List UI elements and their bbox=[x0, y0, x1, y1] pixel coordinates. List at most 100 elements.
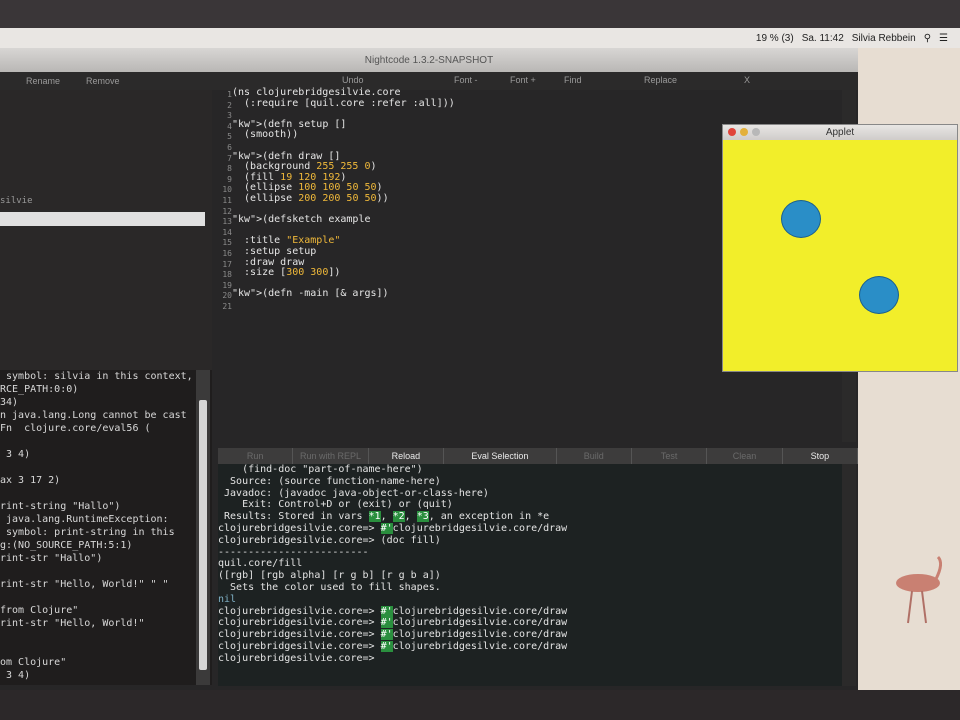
sketch-canvas[interactable] bbox=[723, 140, 957, 371]
repl-line: nil bbox=[218, 593, 237, 605]
test-button[interactable]: Test bbox=[632, 448, 708, 464]
font-increase-button[interactable]: Font + bbox=[510, 75, 536, 85]
line-number: 5 bbox=[227, 132, 232, 142]
left-repl-line bbox=[0, 435, 212, 448]
mac-menubar: 19 % (3) Sa. 11:42 Silvia Rebbein ⚲ ☰ bbox=[0, 28, 960, 48]
repl-line: quil.core/fill bbox=[218, 558, 303, 570]
left-repl-line bbox=[0, 591, 212, 604]
project-tree: silvie bbox=[0, 90, 212, 410]
code-line[interactable]: (:require [quil.core :refer :all])) bbox=[232, 98, 832, 110]
repl-line: ------------------------- bbox=[218, 546, 369, 558]
left-repl-output[interactable]: symbol: silvia in this context, RCE_PATH:… bbox=[0, 370, 212, 685]
reload-button[interactable]: Reload bbox=[369, 448, 445, 464]
left-repl-line: rint-str "Hello, World!" bbox=[0, 618, 145, 629]
menubar-user[interactable]: Silvia Rebbein bbox=[852, 33, 916, 44]
remove-button[interactable]: Remove bbox=[86, 76, 120, 86]
repl-line: clojurebridgesilvie.core=> #'clojurebrid… bbox=[218, 629, 568, 641]
line-number: 13 bbox=[222, 217, 232, 227]
left-repl-line: java.lang.RuntimeException: bbox=[0, 514, 169, 525]
left-repl-line: rint-str "Hallo") bbox=[0, 553, 103, 564]
left-repl-line: symbol: silvia in this context, bbox=[0, 371, 193, 382]
repl-line: clojurebridgesilvie.core=> #'clojurebrid… bbox=[218, 617, 568, 629]
left-repl-line bbox=[0, 461, 212, 474]
left-repl-line: ax 3 17 2) bbox=[0, 475, 61, 486]
line-number: 10 bbox=[222, 185, 232, 195]
repl-line: (find-doc "part-of-name-here") bbox=[218, 464, 423, 475]
search-icon[interactable]: ⚲ bbox=[924, 33, 931, 44]
build-button[interactable]: Build bbox=[557, 448, 632, 464]
zoom-icon[interactable] bbox=[752, 128, 760, 136]
run-button[interactable]: Run bbox=[218, 448, 294, 464]
repl-line: Sets the color used to fill shapes. bbox=[218, 581, 441, 593]
menubar-clock[interactable]: Sa. 11:42 bbox=[802, 33, 844, 44]
repl-line: Results: Stored in vars *1, *2, *3, an e… bbox=[218, 511, 550, 523]
eval-selection-button[interactable]: Eval Selection bbox=[444, 448, 557, 464]
scrollbar-thumb[interactable] bbox=[199, 400, 207, 670]
repl-line: ([rgb] [rgb alpha] [r g b] [r g b a]) bbox=[218, 570, 441, 582]
clean-button[interactable]: Clean bbox=[707, 448, 783, 464]
left-repl-line: g:(NO_SOURCE_PATH:5:1) bbox=[0, 540, 133, 551]
line-number: 16 bbox=[222, 248, 232, 258]
code-line[interactable]: (ns clojurebridgesilvie.core bbox=[232, 87, 832, 99]
flamingo-figurine bbox=[896, 555, 943, 624]
project-button-bar: Run Run with REPL Reload Eval Selection … bbox=[218, 448, 859, 464]
repl-line: Source: (source function-name-here) bbox=[218, 475, 441, 487]
left-repl-line: rint-str "Hello, World!" " " bbox=[0, 579, 169, 590]
left-repl-line: from Clojure" bbox=[0, 605, 79, 616]
left-repl-line: RCE_PATH:0:0) bbox=[0, 384, 79, 395]
window-titlebar[interactable]: Nightcode 1.3.2-SNAPSHOT bbox=[0, 48, 858, 72]
close-icon[interactable] bbox=[728, 128, 736, 136]
line-number: 2 bbox=[227, 100, 232, 110]
applet-titlebar[interactable]: Applet bbox=[723, 125, 957, 140]
repl-line: Javadoc: (javadoc java-object-or-class-h… bbox=[218, 487, 489, 499]
line-number: 3 bbox=[227, 111, 232, 121]
line-number: 20 bbox=[222, 291, 232, 301]
left-repl-line: 3 4) bbox=[0, 670, 31, 681]
tree-selected-item[interactable] bbox=[0, 212, 205, 226]
replace-button[interactable]: Replace bbox=[644, 75, 677, 85]
font-decrease-button[interactable]: Font - bbox=[454, 75, 478, 85]
repl-console[interactable]: (find-doc "part-of-name-here") Source: (… bbox=[218, 464, 842, 686]
left-repl-scrollbar[interactable] bbox=[196, 370, 210, 685]
line-number: 1 bbox=[227, 90, 232, 99]
repl-line: clojurebridgesilvie.core=> #'clojurebrid… bbox=[218, 605, 568, 617]
line-number: 6 bbox=[227, 142, 232, 152]
left-repl-line bbox=[0, 565, 212, 578]
undo-button[interactable]: Undo bbox=[342, 75, 364, 85]
rename-button[interactable]: Rename bbox=[26, 76, 60, 86]
repl-line: clojurebridgesilvie.core=> #'clojurebrid… bbox=[218, 522, 568, 534]
left-repl-line bbox=[0, 643, 212, 656]
line-number: 12 bbox=[222, 206, 232, 216]
line-number: 14 bbox=[222, 227, 232, 237]
line-number: 7 bbox=[227, 153, 232, 163]
left-repl-line: n java.lang.Long cannot be cast bbox=[0, 410, 187, 421]
applet-window[interactable]: Applet bbox=[722, 124, 958, 372]
left-repl-line bbox=[0, 630, 212, 643]
window-title: Nightcode 1.3.2-SNAPSHOT bbox=[364, 54, 494, 66]
ellipse-bottom-right bbox=[859, 276, 899, 314]
repl-line: clojurebridgesilvie.core=> #'clojurebrid… bbox=[218, 640, 568, 652]
list-icon[interactable]: ☰ bbox=[939, 33, 948, 44]
repl-line: clojurebridgesilvie.core=> bbox=[218, 652, 375, 664]
battery-status[interactable]: 19 % (3) bbox=[756, 33, 794, 44]
repl-line: Exit: Control+D or (exit) or (quit) bbox=[218, 499, 453, 511]
line-number: 11 bbox=[222, 195, 232, 205]
left-repl-line: om Clojure" bbox=[0, 657, 67, 668]
line-number: 15 bbox=[222, 238, 232, 248]
file-toolbar: Rename Remove bbox=[0, 72, 218, 90]
left-repl-line: symbol: print-string in this bbox=[0, 527, 175, 538]
left-repl-line: rint-string "Hallo") bbox=[0, 501, 121, 512]
left-repl-line bbox=[0, 487, 212, 500]
stop-button[interactable]: Stop bbox=[783, 448, 859, 464]
line-number: 9 bbox=[227, 174, 232, 184]
close-editor-button[interactable]: X bbox=[744, 75, 750, 85]
run-with-repl-button[interactable]: Run with REPL bbox=[293, 448, 369, 464]
repl-scrollbar[interactable] bbox=[842, 464, 856, 686]
find-button[interactable]: Find bbox=[564, 75, 582, 85]
minimize-icon[interactable] bbox=[740, 128, 748, 136]
tree-item-label[interactable]: silvie bbox=[0, 196, 33, 206]
left-repl-line: 34) bbox=[0, 397, 19, 408]
monitor-bezel-top bbox=[0, 0, 960, 30]
line-number: 19 bbox=[222, 280, 232, 290]
ellipse-top-left bbox=[781, 200, 821, 238]
